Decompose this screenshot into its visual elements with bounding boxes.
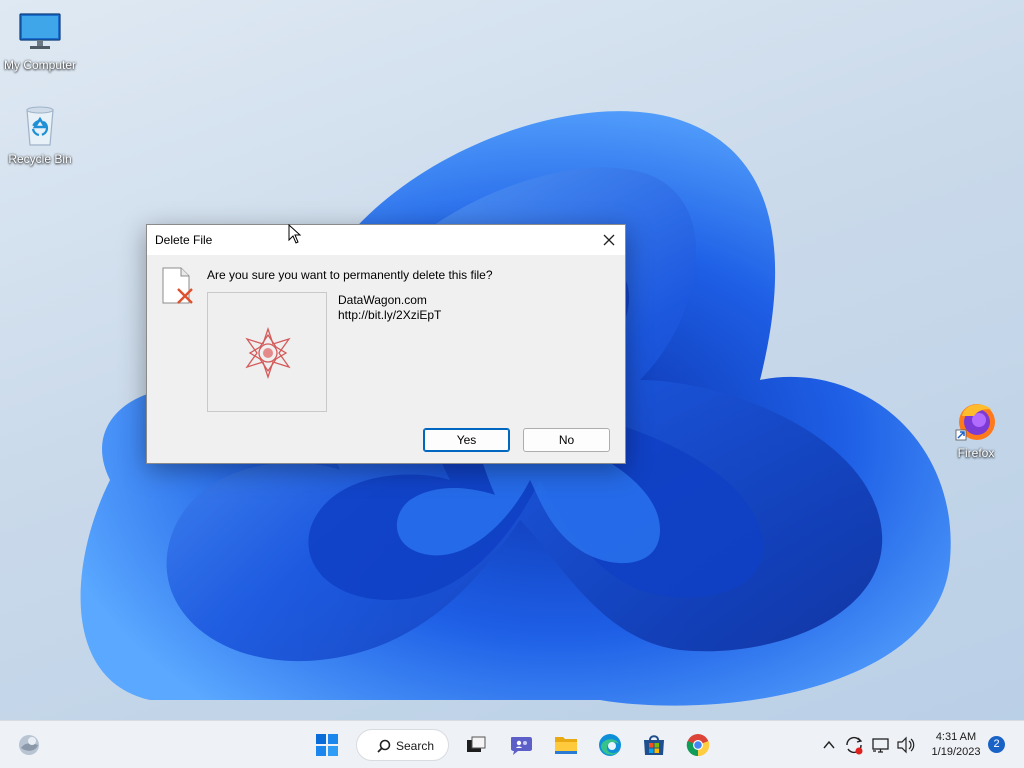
monitor-icon	[18, 10, 62, 54]
delete-file-icon	[161, 267, 195, 305]
start-icon[interactable]	[314, 731, 340, 759]
mouse-cursor-icon	[288, 223, 302, 244]
file-url: http://bit.ly/2XziEpT	[338, 308, 442, 322]
store-icon[interactable]	[641, 731, 667, 759]
network-icon[interactable]	[871, 731, 891, 759]
yes-button[interactable]: Yes	[423, 428, 510, 452]
chrome-icon[interactable]	[685, 731, 711, 759]
sync-alert-icon[interactable]	[843, 731, 865, 759]
taskbar-search-box[interactable]: Search	[356, 729, 449, 761]
desktop-icon-label: My Computer	[3, 58, 77, 72]
close-icon	[603, 234, 615, 246]
internet-shortcut-icon	[245, 327, 291, 379]
edge-icon[interactable]	[597, 731, 623, 759]
system-clock[interactable]: 4:31 AM 1/19/2023	[922, 730, 990, 760]
task-view-icon[interactable]	[464, 731, 488, 759]
file-thumbnail	[207, 292, 327, 412]
taskbar: Search 4:31 AM 1/19/2023 2	[0, 720, 1024, 768]
file-explorer-icon[interactable]	[553, 731, 579, 759]
search-icon	[377, 739, 391, 753]
notification-badge[interactable]: 2	[988, 736, 1005, 753]
close-button[interactable]	[593, 225, 625, 255]
dialog-title: Delete File	[155, 233, 213, 247]
widgets-icon[interactable]	[16, 731, 42, 759]
clock-time: 4:31 AM	[935, 731, 977, 743]
desktop-icon-label: Firefox	[957, 446, 995, 460]
file-details: DataWagon.com http://bit.ly/2XziEpT	[338, 293, 441, 323]
file-name: DataWagon.com	[338, 293, 427, 307]
clock-date: 1/19/2023	[931, 746, 981, 758]
desktop-icon-my-computer[interactable]: My Computer	[0, 10, 80, 72]
chat-icon[interactable]	[508, 731, 534, 759]
recycle-bin-icon	[18, 104, 62, 148]
volume-icon[interactable]	[896, 731, 916, 759]
desktop-icon-recycle-bin[interactable]: Recycle Bin	[0, 104, 80, 166]
firefox-icon	[954, 398, 998, 442]
chevron-up-icon[interactable]	[821, 731, 837, 759]
confirmation-message: Are you sure you want to permanently del…	[207, 268, 493, 282]
dialog-titlebar[interactable]: Delete File	[147, 225, 625, 255]
desktop-icon-firefox[interactable]: Firefox	[936, 398, 1016, 460]
desktop-icon-label: Recycle Bin	[8, 152, 72, 166]
search-label: Search	[396, 739, 435, 753]
delete-file-dialog: Delete File Are you sure you want to per…	[146, 224, 626, 464]
no-button[interactable]: No	[523, 428, 610, 452]
